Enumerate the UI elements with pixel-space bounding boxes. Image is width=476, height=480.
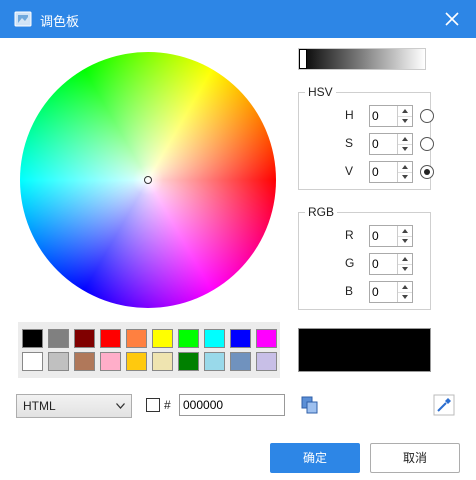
palette-swatch[interactable] xyxy=(230,329,251,348)
palette-swatch[interactable] xyxy=(48,329,69,348)
palette-swatch[interactable] xyxy=(100,329,121,348)
palette-swatch[interactable] xyxy=(126,352,147,371)
rgb-b-spinner[interactable] xyxy=(369,281,413,303)
hsv-s-input[interactable] xyxy=(372,136,396,151)
rgb-group: RGB R G B xyxy=(298,205,431,310)
hsv-v-label: V xyxy=(345,164,354,178)
close-icon xyxy=(445,12,459,26)
hsv-h-radio[interactable] xyxy=(420,109,434,123)
close-button[interactable] xyxy=(438,7,466,31)
rgb-g-spinner[interactable] xyxy=(369,253,413,275)
rgb-r-down-button[interactable] xyxy=(398,236,412,246)
palette-swatch[interactable] xyxy=(230,352,251,371)
format-select[interactable]: HTML xyxy=(16,394,132,418)
hsv-v-input[interactable] xyxy=(372,164,396,179)
palette-swatch[interactable] xyxy=(204,352,225,371)
palette-swatch[interactable] xyxy=(178,329,199,348)
title-bar: 调色板 xyxy=(0,0,476,38)
hsv-s-spinner[interactable] xyxy=(369,133,413,155)
window-title: 调色板 xyxy=(40,14,80,29)
palette-app-icon xyxy=(14,11,32,27)
eyedropper-icon xyxy=(433,394,455,416)
rgb-b-label: B xyxy=(345,284,354,298)
hsv-v-spinner[interactable] xyxy=(369,161,413,183)
palette-swatch[interactable] xyxy=(48,352,69,371)
palette-swatch[interactable] xyxy=(100,352,121,371)
palette-swatch[interactable] xyxy=(74,329,95,348)
chevron-down-icon xyxy=(116,403,125,409)
rgb-g-down-button[interactable] xyxy=(398,264,412,274)
hsv-h-label: H xyxy=(345,108,354,122)
palette-swatch[interactable] xyxy=(152,329,173,348)
color-wheel[interactable] xyxy=(20,52,276,308)
color-palette xyxy=(18,322,280,378)
palette-swatch[interactable] xyxy=(204,329,225,348)
luminance-slider[interactable] xyxy=(298,48,426,70)
palette-swatch[interactable] xyxy=(256,352,277,371)
wheel-picker-handle[interactable] xyxy=(144,176,152,184)
hsv-group: HSV H S V xyxy=(298,85,434,190)
hsv-s-down-button[interactable] xyxy=(398,144,412,154)
cancel-button[interactable]: 取消 xyxy=(370,443,460,473)
color-preview xyxy=(298,328,431,372)
rgb-b-down-button[interactable] xyxy=(398,292,412,302)
format-select-value: HTML xyxy=(23,399,56,413)
hsv-v-down-button[interactable] xyxy=(398,172,412,182)
hsv-v-radio[interactable] xyxy=(420,165,434,179)
rgb-r-input[interactable] xyxy=(372,228,396,243)
palette-swatch[interactable] xyxy=(256,329,277,348)
copy-color-button[interactable] xyxy=(299,394,321,416)
hsv-h-down-button[interactable] xyxy=(398,116,412,126)
rgb-r-label: R xyxy=(345,228,354,242)
hsv-h-input[interactable] xyxy=(372,108,396,123)
palette-swatch[interactable] xyxy=(22,352,43,371)
rgb-r-spinner[interactable] xyxy=(369,225,413,247)
hsv-h-spinner[interactable] xyxy=(369,105,413,127)
palette-swatch[interactable] xyxy=(126,329,147,348)
palette-swatch[interactable] xyxy=(74,352,95,371)
rgb-b-input[interactable] xyxy=(372,284,396,299)
hsv-s-radio[interactable] xyxy=(420,137,434,151)
hex-input[interactable] xyxy=(179,394,285,416)
palette-swatch[interactable] xyxy=(178,352,199,371)
hsv-s-label: S xyxy=(345,136,354,150)
rgb-g-label: G xyxy=(345,256,355,270)
eyedropper-button[interactable] xyxy=(433,394,455,416)
hash-label: # xyxy=(164,398,171,412)
rgb-g-input[interactable] xyxy=(372,256,396,271)
hsv-group-label: HSV xyxy=(305,85,336,99)
palette-swatch[interactable] xyxy=(22,329,43,348)
luminance-handle[interactable] xyxy=(299,49,307,69)
ok-button[interactable]: 确定 xyxy=(270,443,360,473)
hex-checkbox[interactable] xyxy=(146,398,160,412)
rgb-group-label: RGB xyxy=(305,205,338,219)
palette-swatch[interactable] xyxy=(152,352,173,371)
copy-icon xyxy=(301,396,318,414)
